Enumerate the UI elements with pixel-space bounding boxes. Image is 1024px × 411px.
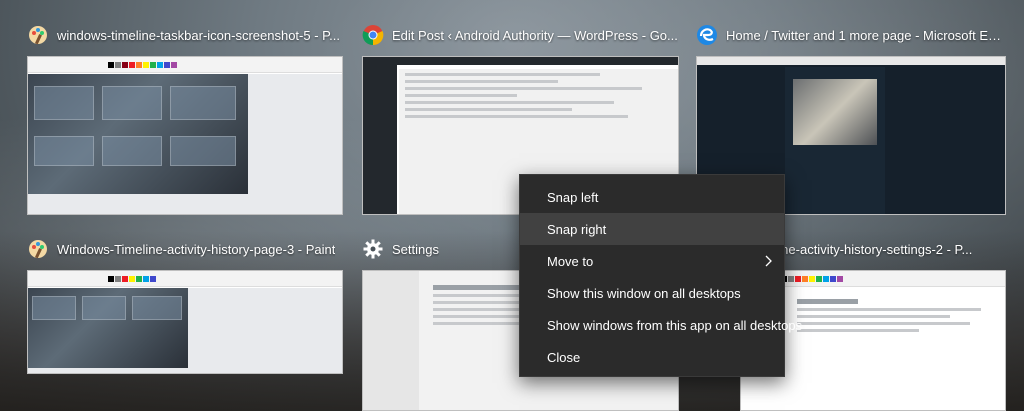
timeline-screenshot-image — [28, 288, 188, 368]
menu-item-move-to[interactable]: Move to — [520, 245, 784, 277]
settings-nav — [363, 271, 419, 410]
twitter-feed — [785, 67, 885, 214]
edge-icon — [696, 24, 718, 46]
menu-item-show-app-windows-all-desktops[interactable]: Show windows from this app on all deskto… — [520, 309, 802, 341]
window-header[interactable]: Windows-Timeline-activity-history-page-3… — [27, 234, 343, 264]
menu-item-label: Close — [547, 349, 581, 365]
menu-item-snap-right[interactable]: Snap right — [520, 213, 784, 245]
window-context-menu: Snap left Snap right Move to Show this w… — [519, 174, 802, 377]
window-title: Home / Twitter and 1 more page - Microso… — [726, 27, 1006, 43]
menu-item-label: Show this window on all desktops — [547, 285, 741, 301]
menu-item-snap-left[interactable]: Snap left — [520, 181, 784, 213]
menu-item-label: Snap left — [547, 189, 599, 205]
paint-toolbar — [28, 271, 342, 287]
timeline-screenshot-image — [28, 74, 248, 194]
paint-icon — [27, 238, 49, 260]
window-title: windows-timeline-taskbar-icon-screenshot… — [57, 27, 340, 43]
gear-icon — [362, 238, 384, 260]
window-header[interactable]: Edit Post ‹ Android Authority — WordPres… — [362, 20, 679, 50]
chrome-icon — [362, 24, 384, 46]
paint-toolbar — [28, 57, 342, 73]
menu-item-show-window-all-desktops[interactable]: Show this window on all desktops — [520, 277, 784, 309]
menu-item-label: Move to — [547, 253, 594, 269]
menu-item-label: Snap right — [547, 221, 607, 237]
wp-admin-bar — [363, 57, 678, 65]
tweet-photo — [793, 79, 877, 145]
menu-item-label: Show windows from this app on all deskto… — [547, 317, 803, 333]
paint-canvas — [28, 288, 342, 373]
window-paint-activity-history-page-3[interactable]: Windows-Timeline-activity-history-page-3… — [27, 234, 343, 374]
window-header[interactable]: windows-timeline-taskbar-icon-screenshot… — [27, 20, 343, 50]
paint-icon — [27, 24, 49, 46]
window-thumbnail[interactable] — [27, 56, 343, 215]
window-header[interactable]: Home / Twitter and 1 more page - Microso… — [696, 20, 1006, 50]
window-thumbnail[interactable] — [27, 270, 343, 374]
window-paint-screenshot-5[interactable]: windows-timeline-taskbar-icon-screenshot… — [27, 20, 343, 215]
window-title: Windows-Timeline-activity-history-page-3… — [57, 241, 336, 257]
menu-item-close[interactable]: Close — [520, 341, 784, 373]
paint-canvas — [28, 74, 342, 214]
wp-sidebar — [363, 65, 397, 214]
window-title: Edit Post ‹ Android Authority — WordPres… — [392, 27, 678, 43]
chevron-right-icon — [762, 254, 774, 268]
window-title: Settings — [392, 241, 439, 257]
